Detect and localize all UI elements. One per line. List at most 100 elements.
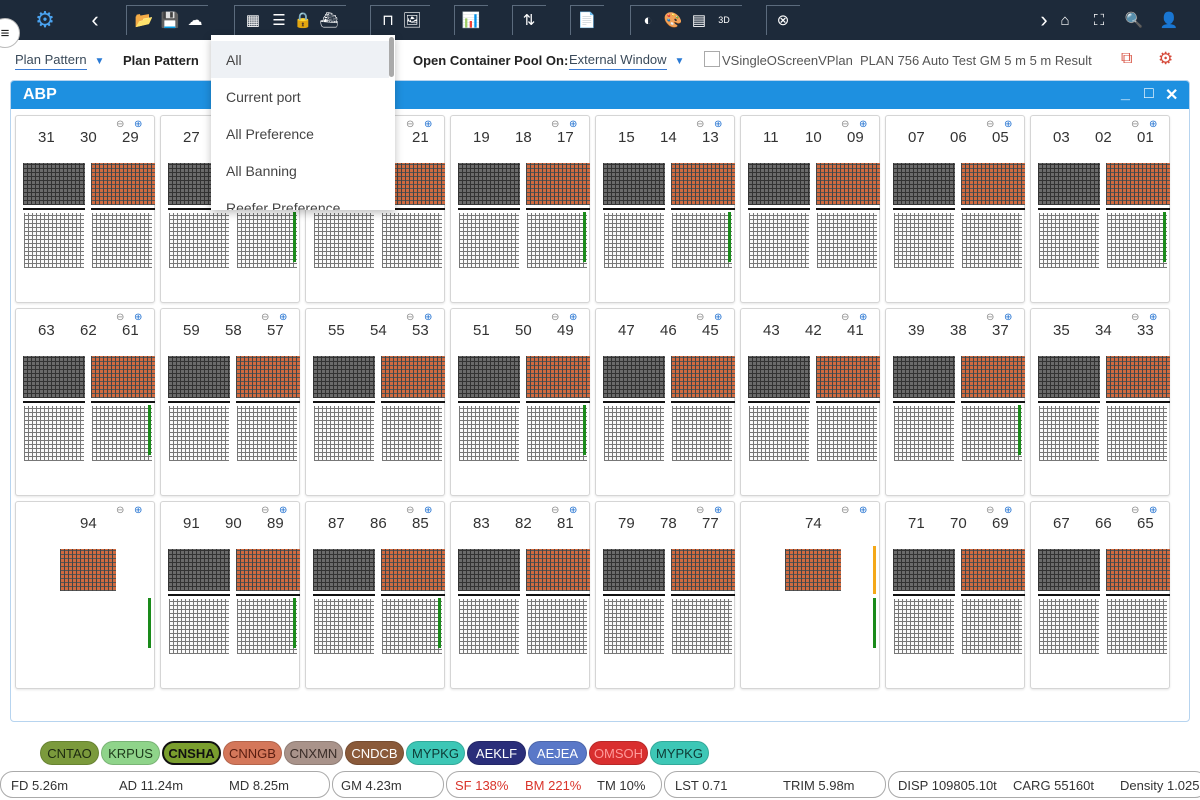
port-chip-cndcb[interactable]: CNDCB [345,741,404,765]
port-chip-cntao[interactable]: CNTAO [40,741,99,765]
bay-card[interactable]: ⊖ ⊕ 74 [740,501,880,689]
zoom-in-icon[interactable]: ⊕ [134,505,142,516]
bay-card[interactable]: ⊖ ⊕ 87 86 85 [305,501,445,689]
zoom-out-icon[interactable]: ⊖ [116,505,124,516]
layout-grid-icon[interactable]: ▦ [244,0,262,40]
dropdown-scrollbar[interactable] [389,37,394,77]
stack-icon[interactable]: ▤ [690,0,708,40]
bay-card[interactable]: ⊖ ⊕ 07 06 05 [885,115,1025,303]
bay-card[interactable]: ⊖ ⊕ 35 34 33 [1030,308,1170,496]
bay-card[interactable]: ⊖ ⊕ 83 82 81 [450,501,590,689]
bay-card[interactable]: ⊖ ⊕ 47 46 45 [595,308,735,496]
port-chip-aejea[interactable]: AEJEA [528,741,587,765]
report-icon[interactable]: 📄 [578,0,597,40]
bay-card[interactable]: ⊖ ⊕ 51 50 49 [450,308,590,496]
bay-hold-stack [459,599,519,654]
bay-deck-stack [458,356,590,398]
3d-icon[interactable]: 3D [715,0,733,40]
bay-number: 67 [1053,515,1070,532]
hatch-cover [458,401,520,403]
bay-card[interactable]: ⊖ ⊕ 31 30 29 [15,115,155,303]
open-folder-icon[interactable]: 📂 [135,0,154,40]
bay-number: 90 [225,515,242,532]
bay-card[interactable]: ⊖ ⊕ 03 02 01 [1030,115,1170,303]
bay-card[interactable]: ⊖ ⊕ 19 18 17 [450,115,590,303]
bay-deck-stack [23,163,155,205]
status-bar: FD 5.26m AD 11.24m MD 8.25m GM 4.23m SF … [0,771,1200,799]
user-icon[interactable]: 👤 [1155,0,1183,40]
dropdown-item-all-banning[interactable]: All Banning [211,152,389,189]
single-screen-checkbox[interactable] [704,51,720,67]
contrast-icon[interactable]: ◐ [640,0,656,40]
bay-card[interactable]: ⊖ ⊕ 43 42 41 [740,308,880,496]
forward-arrow-icon[interactable]: › [1034,0,1054,40]
bay-hold-stack [1107,599,1167,654]
bay-card[interactable]: ⊖ ⊕ 59 58 57 [160,308,300,496]
plan-pattern-select[interactable]: Plan Pattern ▼ [15,52,104,70]
port-chip-aeklf[interactable]: AEKLF [467,741,526,765]
cloud-icon[interactable]: ☁ [187,0,203,40]
port-chip-cnngb[interactable]: CNNGB [223,741,282,765]
hatch-cover [1106,594,1170,596]
export-image-icon[interactable]: ⧉ [1121,50,1141,70]
bay-deck-stack [603,549,735,591]
ship-icon[interactable]: ⛴ [319,0,338,40]
bay-card[interactable]: ⊖ ⊕ 67 66 65 [1030,501,1170,689]
dropdown-item-all[interactable]: All [211,41,389,78]
zoom-in-icon[interactable]: ⊕ [859,505,867,516]
bay-card[interactable]: ⊖ ⊕ 15 14 13 [595,115,735,303]
bay-card[interactable]: ⊖ ⊕ 55 54 53 [305,308,445,496]
dropdown-item-all-preference[interactable]: All Preference [211,115,389,152]
bay-hold-stack [237,599,297,654]
bay-number: 11 [763,129,779,146]
palette-icon[interactable]: 🎨 [664,0,683,40]
container-icon[interactable]: ⊓ [380,0,396,40]
port-chip-mypkg[interactable]: MYPKG [406,741,465,765]
bay-hold-stack [92,213,152,268]
bay-deck-stack [893,163,1025,205]
home-icon[interactable]: ⌂ [1052,0,1078,40]
port-chip-cnsha[interactable]: CNSHA [162,741,221,765]
play-gear-icon[interactable]: ⚙ [1158,49,1180,71]
layout-rows-icon[interactable]: ☰ [270,0,288,40]
bay-card[interactable]: ⊖ ⊕ 39 38 37 [885,308,1025,496]
hatch-cover [1038,401,1100,403]
crosshair-icon[interactable]: ⊗ [775,0,791,40]
save-icon[interactable]: 💾 [161,0,180,40]
bar-chart-icon[interactable]: 📊 [462,0,481,40]
bay-card[interactable]: ⊖ ⊕ 91 90 89 [160,501,300,689]
hatch-cover [526,594,590,596]
bay-number: 61 [122,322,139,339]
bay-card[interactable]: ⊖ ⊕ 79 78 77 [595,501,735,689]
draft-group: FD 5.26m AD 11.24m MD 8.25m [0,771,330,798]
bay-card[interactable]: ⊖ ⊕ 71 70 69 [885,501,1025,689]
minimize-icon[interactable]: _ [1121,85,1130,103]
bay-card[interactable]: ⊖ ⊕ 63 62 61 [15,308,155,496]
close-icon[interactable]: ✕ [1165,85,1178,105]
bay-hold-stack [1107,213,1167,268]
bay-card[interactable]: ⊖ ⊕ 94 [15,501,155,689]
dropdown-item-current-port[interactable]: Current port [211,78,389,115]
pool-window-select[interactable]: External Window ▼ [569,52,684,70]
gear-icon[interactable]: ⚙ [30,0,60,40]
port-chip-cnxmn[interactable]: CNXMN [284,741,343,765]
bay-deck-stack [60,549,116,591]
bay-number: 55 [328,322,345,339]
search-icon[interactable]: 🔍 [1120,0,1148,40]
bay-card[interactable]: ⊖ ⊕ 11 10 09 [740,115,880,303]
port-chip-omsoh[interactable]: OMSOH [589,741,648,765]
fullscreen-icon[interactable]: ⛶ [1086,0,1112,40]
hatch-cover [1106,208,1170,210]
hatch-cover [168,594,230,596]
container-pool-label: Open Container Pool On: [413,53,569,68]
dropdown-item-reefer-preference[interactable]: Reefer Preference [211,189,389,211]
port-chip-krpus[interactable]: KRPUS [101,741,160,765]
image-icon[interactable]: 🖼 [402,0,421,40]
lock-icon[interactable]: 🔒 [294,0,313,40]
bay-number: 17 [557,129,574,146]
port-chip-mypkg2[interactable]: MYPKG [650,741,709,765]
maximize-icon[interactable]: □ [1144,85,1154,103]
zoom-out-icon[interactable]: ⊖ [841,505,849,516]
transfer-icon[interactable]: ⇅ [521,0,537,40]
back-arrow-icon[interactable]: ‹ [82,0,108,40]
